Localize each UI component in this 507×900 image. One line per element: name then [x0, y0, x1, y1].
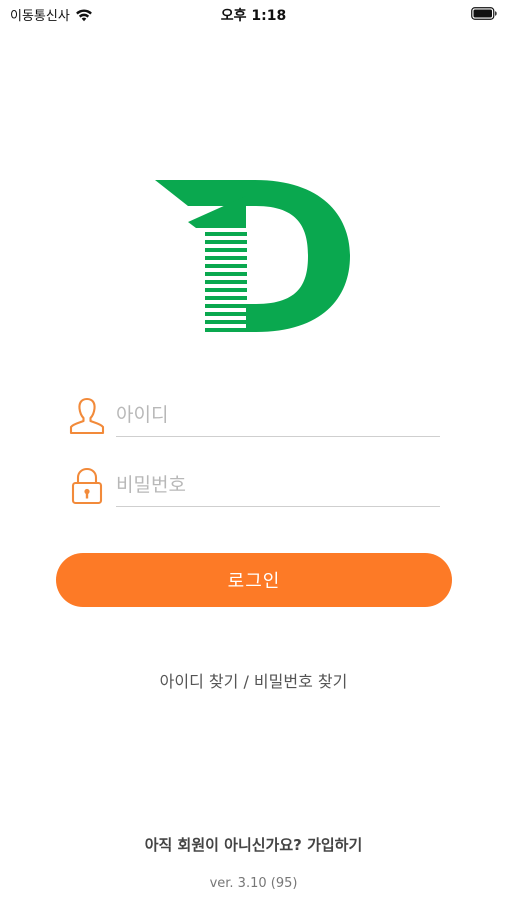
app-logo-d: [155, 180, 350, 332]
password-input[interactable]: [116, 468, 438, 502]
password-field-row: [68, 466, 440, 510]
lock-icon: [71, 467, 103, 505]
status-time: 오후 1:18: [220, 8, 287, 24]
find-account-link[interactable]: 아이디 찾기 / 비밀번호 찾기: [0, 668, 507, 692]
id-field-row: [68, 396, 440, 440]
id-input[interactable]: [116, 398, 438, 432]
password-input-underline: [116, 506, 440, 507]
status-bar: 이동통신사 오후 1:18: [0, 0, 507, 30]
app-version: ver. 3.10 (95): [209, 876, 298, 891]
battery-icon: [471, 7, 497, 20]
id-input-underline: [116, 436, 440, 437]
signup-link[interactable]: 아직 회원이 아니신가요? 가입하기: [0, 834, 507, 855]
user-icon: [69, 397, 105, 435]
login-button[interactable]: 로그인: [56, 553, 452, 607]
